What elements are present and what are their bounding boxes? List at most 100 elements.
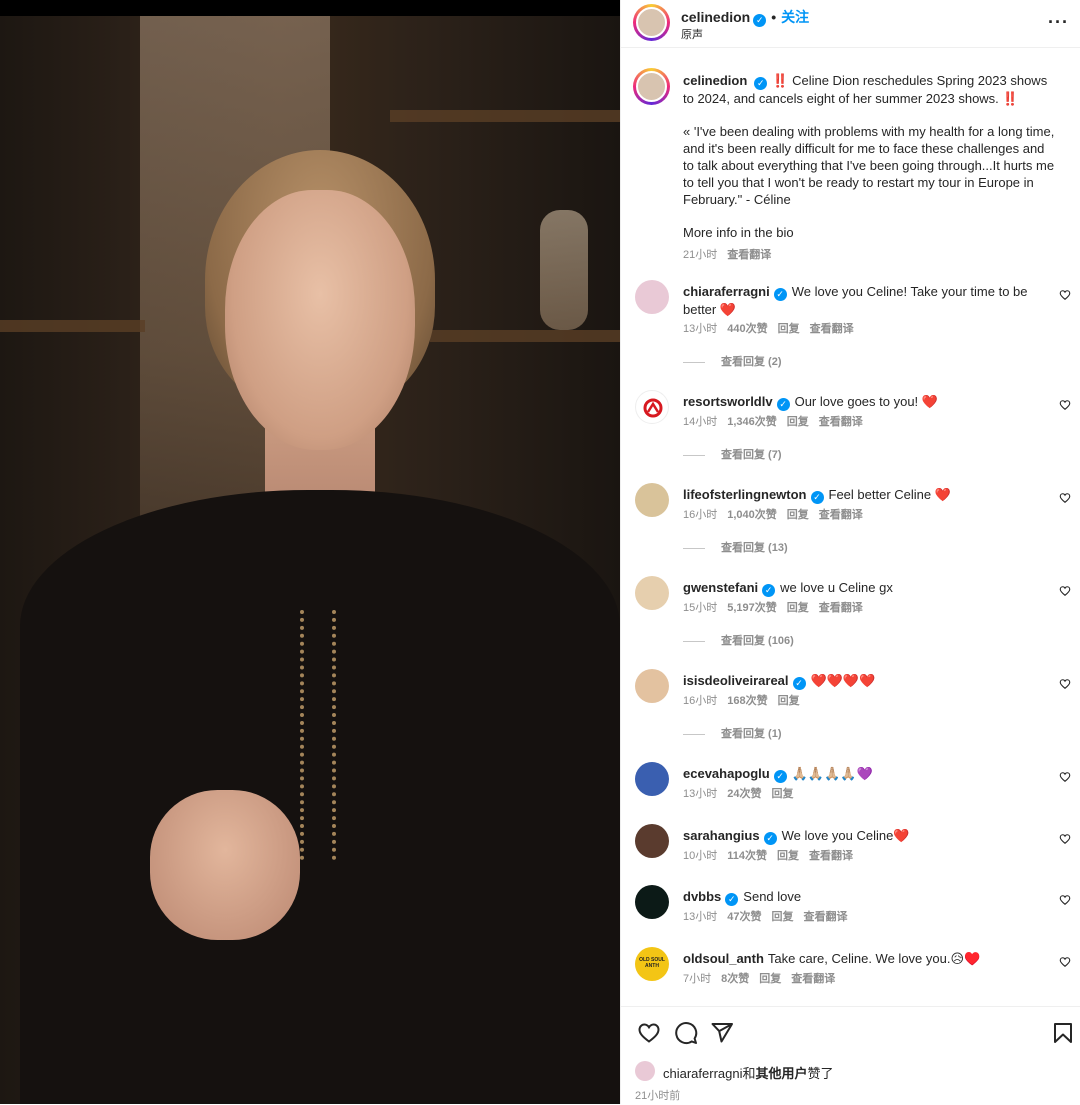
- heart-icon[interactable]: [637, 1021, 661, 1047]
- see-translation-button[interactable]: 查看翻译: [819, 416, 863, 428]
- view-replies-button[interactable]: 查看回复 (106): [683, 632, 794, 648]
- bookmark-icon[interactable]: [1051, 1021, 1075, 1047]
- see-translation-button[interactable]: 查看翻译: [727, 249, 771, 261]
- view-replies-label: 查看回复 (106): [721, 635, 794, 647]
- comment-meta: 10小时 114次赞 回复 查看翻译: [683, 847, 863, 863]
- see-translation-button[interactable]: 查看翻译: [809, 850, 853, 862]
- post-time[interactable]: 21小时前: [635, 1087, 680, 1103]
- view-replies-button[interactable]: 查看回复 (1): [683, 725, 782, 741]
- comment-likes[interactable]: 114次赞: [727, 850, 767, 862]
- view-replies-button[interactable]: 查看回复 (13): [683, 539, 788, 555]
- heart-icon[interactable]: [1059, 771, 1073, 785]
- avatar[interactable]: [635, 390, 669, 424]
- comment-text: sarahangius ✓ We love you Celine❤️: [683, 827, 1043, 845]
- liked-others[interactable]: 其他用户: [756, 1066, 808, 1081]
- liker-avatar: [635, 1061, 655, 1081]
- comment-likes[interactable]: 8次赞: [721, 973, 749, 985]
- comment-username[interactable]: chiaraferragni: [683, 284, 770, 299]
- comment-text: dvbbs ✓ Send love: [683, 888, 1043, 906]
- liked-suffix: 赞了: [807, 1066, 834, 1081]
- comment-username[interactable]: sarahangius: [683, 828, 760, 843]
- heart-icon[interactable]: [1059, 399, 1073, 413]
- post-video[interactable]: [0, 0, 620, 1104]
- comment-time[interactable]: 13小时: [683, 911, 717, 923]
- comment-username[interactable]: gwenstefani: [683, 580, 758, 595]
- reply-button[interactable]: 回复: [759, 973, 781, 985]
- avatar[interactable]: [635, 669, 669, 703]
- comment-likes[interactable]: 24次赞: [727, 788, 761, 800]
- avatar[interactable]: [635, 483, 669, 517]
- header-username[interactable]: celinedion: [681, 9, 750, 25]
- heart-icon[interactable]: [1059, 492, 1073, 506]
- see-translation-button[interactable]: 查看翻译: [819, 602, 863, 614]
- comment-time[interactable]: 15小时: [683, 602, 717, 614]
- avatar-image: [636, 7, 667, 38]
- heart-icon[interactable]: [1059, 894, 1073, 908]
- comment-likes[interactable]: 47次赞: [727, 911, 761, 923]
- comment-username[interactable]: dvbbs: [683, 889, 721, 904]
- comment-username[interactable]: oldsoul_anth: [683, 951, 764, 966]
- comment-time[interactable]: 16小时: [683, 509, 717, 521]
- comment-meta: 13小时 24次赞 回复: [683, 785, 804, 801]
- comment-meta: 14小时 1,346次赞 回复 查看翻译: [683, 413, 873, 429]
- caption-time[interactable]: 21小时: [683, 249, 717, 261]
- comment-time[interactable]: 13小时: [683, 788, 717, 800]
- heart-icon[interactable]: [1059, 956, 1073, 970]
- audio-label[interactable]: 原声: [681, 26, 703, 42]
- reply-button[interactable]: 回复: [772, 911, 794, 923]
- comment-likes[interactable]: 5,197次赞: [727, 602, 777, 614]
- avatar[interactable]: [633, 4, 670, 41]
- avatar[interactable]: [635, 762, 669, 796]
- comment-username[interactable]: resortsworldlv: [683, 394, 773, 409]
- reply-button[interactable]: 回复: [787, 416, 809, 428]
- comment-likes[interactable]: 440次赞: [727, 323, 767, 335]
- comment-username[interactable]: ecevahapoglu: [683, 766, 770, 781]
- comment-meta: 7小时 8次赞 回复 查看翻译: [683, 970, 845, 986]
- reply-button[interactable]: 回复: [777, 850, 799, 862]
- comment-time[interactable]: 10小时: [683, 850, 717, 862]
- reply-button[interactable]: 回复: [778, 323, 800, 335]
- comment-likes[interactable]: 168次赞: [727, 695, 767, 707]
- liker-username[interactable]: chiaraferragni: [663, 1066, 743, 1081]
- see-translation-button[interactable]: 查看翻译: [804, 911, 848, 923]
- comment-time[interactable]: 14小时: [683, 416, 717, 428]
- comments-feed[interactable]: celinedion ✓ ‼️ Celine Dion reschedules Sp…: [621, 48, 1080, 1006]
- comment-time[interactable]: 16小时: [683, 695, 717, 707]
- heart-icon[interactable]: [1059, 289, 1073, 303]
- post-header: celinedion ✓ • 关注 原声 ···: [621, 0, 1080, 48]
- view-replies-button[interactable]: 查看回复 (7): [683, 446, 782, 462]
- comment-meta: 13小时 440次赞 回复 查看翻译: [683, 320, 864, 336]
- avatar[interactable]: [633, 68, 670, 105]
- comment-username[interactable]: lifeofsterlingnewton: [683, 487, 807, 502]
- comment-time[interactable]: 7小时: [683, 973, 711, 985]
- heart-icon[interactable]: [1059, 678, 1073, 692]
- reply-button[interactable]: 回复: [772, 788, 794, 800]
- comment-likes[interactable]: 1,346次赞: [727, 416, 777, 428]
- avatar[interactable]: OLD SOUL ANTH: [635, 947, 669, 981]
- avatar[interactable]: [635, 824, 669, 858]
- more-icon[interactable]: ···: [1048, 12, 1069, 33]
- reply-button[interactable]: 回复: [778, 695, 800, 707]
- avatar[interactable]: [635, 576, 669, 610]
- avatar[interactable]: [635, 280, 669, 314]
- view-replies-button[interactable]: 查看回复 (2): [683, 353, 782, 369]
- comment-likes[interactable]: 1,040次赞: [727, 509, 777, 521]
- avatar[interactable]: [635, 885, 669, 919]
- reply-button[interactable]: 回复: [787, 509, 809, 521]
- reply-button[interactable]: 回复: [787, 602, 809, 614]
- share-icon[interactable]: [710, 1021, 734, 1047]
- see-translation-button[interactable]: 查看翻译: [810, 323, 854, 335]
- follow-button[interactable]: 关注: [781, 9, 809, 25]
- heart-icon[interactable]: [1059, 585, 1073, 599]
- see-translation-button[interactable]: 查看翻译: [791, 973, 835, 985]
- comment-body: We love you Celine❤️: [781, 828, 910, 843]
- caption-line-3: More info in the bio: [683, 225, 794, 240]
- caption-username[interactable]: celinedion: [683, 73, 747, 88]
- comment-icon[interactable]: [674, 1021, 698, 1047]
- comment-username[interactable]: isisdeoliveirareal: [683, 673, 789, 688]
- comment-time[interactable]: 13小时: [683, 323, 717, 335]
- avatar-logo-text: OLD SOUL ANTH: [639, 957, 665, 969]
- see-translation-button[interactable]: 查看翻译: [819, 509, 863, 521]
- heart-icon[interactable]: [1059, 833, 1073, 847]
- verified-icon: ✓: [753, 14, 767, 27]
